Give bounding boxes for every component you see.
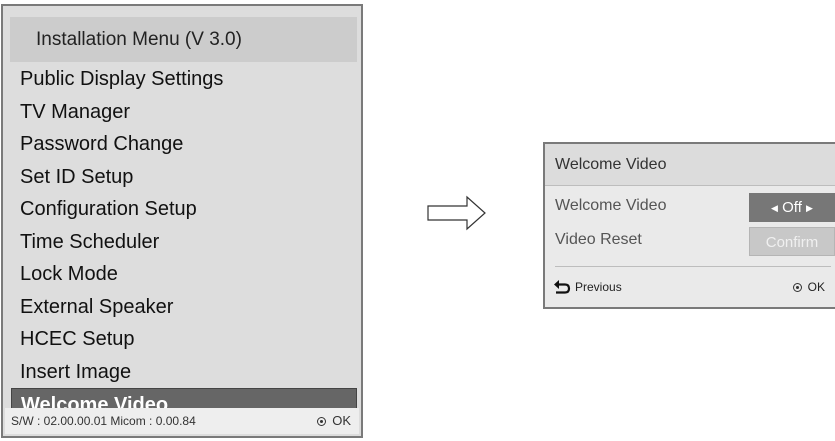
installation-menu: Installation Menu (V 3.0) Public Display…: [1, 4, 363, 438]
menu-item-time-scheduler[interactable]: Time Scheduler: [11, 226, 357, 259]
menu-item-hcec-setup[interactable]: HCEC Setup: [11, 323, 357, 356]
back-arrow-icon: [554, 280, 571, 294]
menu-item-tv-manager[interactable]: TV Manager: [11, 96, 357, 129]
welcome-video-toggle[interactable]: ◀ Off ▶: [749, 193, 835, 222]
menu-item-configuration-setup[interactable]: Configuration Setup: [11, 193, 357, 226]
menu-item-public-display-settings[interactable]: Public Display Settings: [11, 63, 357, 96]
welcome-video-value: Off: [782, 199, 802, 216]
right-arrow-icon[interactable]: ▶: [806, 203, 813, 213]
video-reset-row: Video Reset Confirm: [551, 224, 835, 256]
right-arrow-icon: [427, 195, 486, 231]
ok-button-icon: [792, 283, 802, 292]
welcome-video-label: Welcome Video: [555, 197, 667, 214]
left-arrow-icon[interactable]: ◀: [771, 203, 778, 213]
menu-item-password-change[interactable]: Password Change: [11, 128, 357, 161]
menu-title: Installation Menu (V 3.0): [10, 17, 357, 62]
confirm-button[interactable]: Confirm: [749, 227, 835, 256]
welcome-video-dialog: Welcome Video Welcome Video ◀ Off ▶ Vide…: [543, 142, 835, 309]
menu-footer: S/W : 02.00.00.01 Micom : 0.00.84 OK: [5, 408, 359, 434]
dialog-footer: Previous OK: [553, 275, 831, 299]
previous-label: Previous: [575, 280, 622, 294]
menu-item-lock-mode[interactable]: Lock Mode: [11, 258, 357, 291]
menu-item-insert-image[interactable]: Insert Image: [11, 356, 357, 389]
ok-button[interactable]: OK: [317, 408, 351, 434]
ok-label: OK: [807, 280, 825, 294]
video-reset-label: Video Reset: [555, 231, 642, 248]
menu-item-external-speaker[interactable]: External Speaker: [11, 291, 357, 324]
ok-button-icon: [317, 417, 327, 426]
menu-list: Public Display Settings TV Manager Passw…: [11, 63, 357, 421]
ok-label: OK: [332, 413, 351, 428]
menu-item-set-id-setup[interactable]: Set ID Setup: [11, 161, 357, 194]
welcome-video-row: Welcome Video ◀ Off ▶: [551, 190, 835, 222]
ok-button[interactable]: OK: [792, 275, 825, 299]
version-info: S/W : 02.00.00.01 Micom : 0.00.84: [11, 414, 196, 428]
divider: [555, 266, 831, 267]
previous-button[interactable]: Previous: [553, 280, 622, 294]
dialog-title: Welcome Video: [545, 144, 835, 186]
